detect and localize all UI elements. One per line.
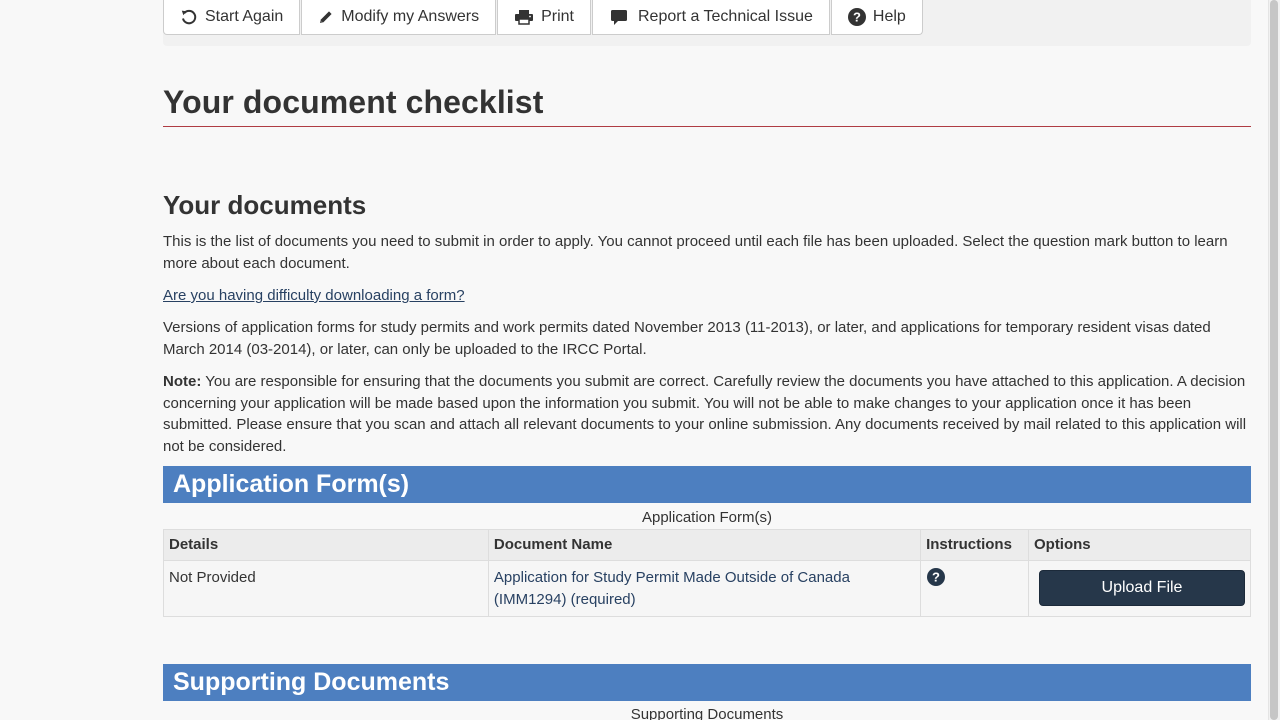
printer-icon [514, 9, 534, 25]
comment-icon [611, 9, 627, 25]
instructions-cell: ? [920, 560, 1029, 617]
difficulty-downloading-link[interactable]: Are you having difficulty downloading a … [163, 285, 1251, 307]
supporting-documents-heading: Supporting Documents [163, 664, 1251, 701]
details-cell: Not Provided [163, 560, 489, 617]
modify-answers-button[interactable]: Modify my Answers [301, 0, 497, 35]
table-row: Not Provided Application for Study Permi… [163, 560, 1252, 617]
scrollbar-thumb[interactable] [1270, 0, 1278, 720]
your-documents-heading: Your documents [163, 190, 367, 220]
table-header-row: Details Document Name Instructions Optio… [163, 529, 1252, 561]
start-again-button[interactable]: Start Again [163, 0, 301, 35]
note-text: You are responsible for ensuring that th… [163, 373, 1247, 455]
supporting-documents-caption: Supporting Documents [630, 706, 784, 720]
column-header-details: Details [163, 529, 489, 561]
column-header-options: Options [1027, 529, 1252, 561]
question-circle-icon[interactable]: ? [927, 568, 946, 593]
options-cell: Upload File [1027, 560, 1252, 617]
page-title: Your document checklist [163, 84, 544, 120]
application-forms-heading: Application Form(s) [163, 466, 1251, 503]
start-again-label: Start Again [205, 8, 284, 25]
note-paragraph: Note: You are responsible for ensuring t… [163, 371, 1251, 457]
svg-text:?: ? [853, 10, 861, 25]
column-header-instructions: Instructions [920, 529, 1029, 561]
refresh-icon [180, 8, 198, 26]
svg-text:?: ? [932, 570, 940, 585]
application-forms-caption: Application Form(s) [641, 509, 773, 526]
modify-answers-label: Modify my Answers [341, 8, 480, 25]
versions-note-text: Versions of application forms for study … [163, 319, 1211, 358]
report-issue-button[interactable]: Report a Technical Issue [592, 0, 830, 35]
print-button[interactable]: Print [497, 0, 591, 35]
application-forms-table: Details Document Name Instructions Optio… [163, 529, 1252, 617]
help-button[interactable]: ? Help [830, 0, 923, 35]
toolbar: Start Again Modify my Answers Print Repo… [163, 0, 924, 35]
title-underline [163, 126, 1251, 127]
pencil-icon [318, 9, 334, 25]
intro-text: This is the list of documents you need t… [163, 233, 1228, 272]
upload-file-button[interactable]: Upload File [1038, 570, 1245, 606]
print-label: Print [541, 8, 574, 25]
note-label: Note: [163, 373, 202, 390]
column-header-document-name: Document Name [487, 529, 922, 561]
document-name-cell: Application for Study Permit Made Outsid… [487, 560, 922, 617]
question-circle-icon: ? [847, 8, 866, 26]
report-issue-label: Report a Technical Issue [638, 8, 813, 25]
help-label: Help [872, 8, 906, 25]
